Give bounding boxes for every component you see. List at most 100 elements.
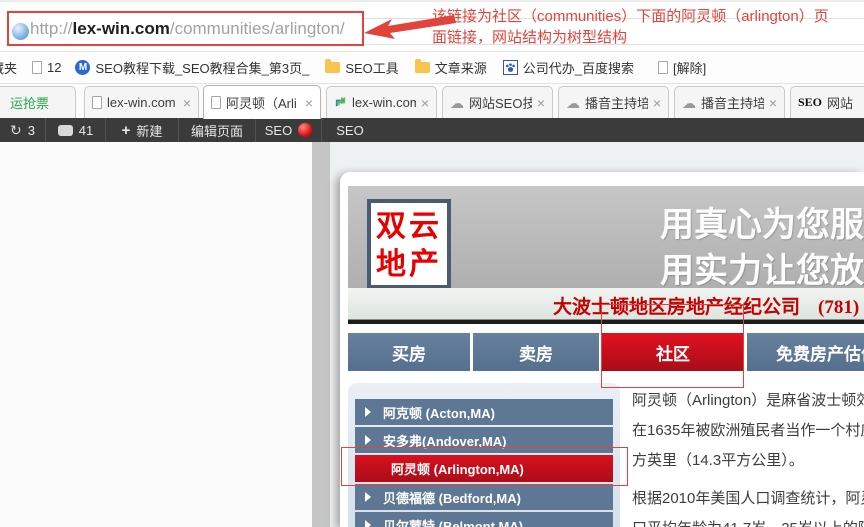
tab-title: 播音主持培训 (585, 93, 648, 112)
refresh-button[interactable]: ↻ 3 (0, 118, 46, 142)
community-label: 贝德福德 (Bedford,MA) (383, 488, 521, 507)
folder-icon (415, 62, 430, 73)
baidu-paw-icon (503, 60, 518, 75)
site-logo[interactable]: 双云 地产 (367, 199, 451, 289)
lexwin-favicon (334, 95, 347, 111)
m-badge-icon: M (75, 60, 90, 75)
tab-title: 阿灵顿（Arli (226, 93, 300, 112)
bookmark-label: 收藏夹 (0, 58, 17, 77)
refresh-count: 3 (28, 123, 35, 138)
article-text: 阿灵顿（Arlington）是麻省波士顿郊 在1635年被欧洲殖民者当作一个村庄… (632, 386, 864, 527)
comments-count: 41 (79, 123, 93, 138)
page-icon (92, 96, 102, 109)
seo-status-button[interactable]: SEO (256, 118, 322, 142)
tab-strip: 运抢票 lex-win.com × 阿灵顿（Arli × lex-win.com… (0, 84, 864, 118)
tab-seo-tech[interactable]: ☁ 网站SEO技术 × (442, 86, 553, 118)
tab-close-icon[interactable]: × (653, 95, 661, 111)
annotation-box-communities-nav (601, 304, 744, 388)
comments-button[interactable]: 41 (46, 118, 106, 142)
tab-close-icon[interactable]: × (305, 95, 313, 111)
seo-label: SEO (336, 123, 363, 138)
cloud-icon: ☁ (450, 96, 464, 110)
tab-title: 播音主持培训 (701, 93, 764, 112)
bookmark-seo-tutorial[interactable]: M SEO教程下载_SEO教程合集_第3页_ (75, 58, 309, 77)
page-icon (32, 61, 42, 74)
bookmark-baidu-search[interactable]: 公司代办_百度搜索 (503, 58, 634, 77)
tab-ticket[interactable]: 运抢票 (0, 86, 76, 118)
community-label: 贝尔蒙特 (Belmont,MA) (383, 516, 523, 527)
new-button[interactable]: + 新建 (106, 118, 179, 142)
nav-label: 免费房产估价 (776, 340, 864, 365)
article-line: 方英里（14.3平方公里）。 (632, 446, 864, 476)
admin-toolbar: ↻ 3 41 + 新建 编辑页面 SEO SEO (0, 118, 864, 142)
bookmark-label: SEO工具 (345, 58, 398, 77)
bookmark-unbind[interactable]: [解除] (658, 58, 706, 77)
bookmark-label: SEO教程下载_SEO教程合集_第3页_ (95, 58, 309, 77)
tab-close-icon[interactable]: × (421, 95, 429, 111)
cloud-icon: ☁ (566, 96, 580, 110)
bookmark-label: 文章来源 (435, 58, 487, 77)
refresh-icon: ↻ (10, 123, 22, 137)
bookmark-favorites[interactable]: 收藏夹 (0, 58, 17, 77)
tab-title: 网站 (827, 93, 864, 112)
edit-page-label: 编辑页面 (191, 121, 243, 140)
cloud-icon: ☁ (682, 96, 696, 110)
nav-sell[interactable]: 卖房 (473, 333, 599, 371)
bookmark-folder-article-source[interactable]: 文章来源 (415, 58, 487, 77)
annotation-note-line: 面链接，网站结构为树型结构 (432, 27, 829, 48)
bookmarks-bar: 收藏夹 12 M SEO教程下载_SEO教程合集_第3页_ SEO工具 文章来源… (0, 52, 864, 84)
bookmark-label: 公司代办_百度搜索 (523, 58, 634, 77)
tab-lexwin-2[interactable]: lex-win.com × (326, 86, 437, 118)
new-label: 新建 (136, 121, 162, 140)
tab-title: lex-win.com (352, 95, 416, 110)
community-label: 阿克顿 (Acton,MA) (383, 403, 495, 422)
community-item-belmont[interactable]: 贝尔蒙特 (Belmont,MA) (355, 512, 613, 527)
article-line: 阿灵顿（Arlington）是麻省波士顿郊 (632, 386, 864, 416)
folder-icon (325, 62, 340, 73)
slogan-line: 用真心为您服 (660, 202, 864, 248)
nav-free-appraisal[interactable]: 免费房产估价 (747, 333, 864, 371)
bookmark-label: 12 (47, 60, 61, 75)
annotation-box-url (7, 11, 364, 46)
window-edge-strip (312, 142, 330, 527)
tab-title: 运抢票 (0, 93, 68, 112)
empty-left-pane (0, 142, 312, 527)
tab-arlington-active[interactable]: 阿灵顿（Arli × (203, 85, 321, 119)
logo-line: 地产 (371, 246, 447, 284)
tab-lexwin-1[interactable]: lex-win.com × (84, 86, 199, 118)
article-line: 根据2010年美国人口调查统计，阿灵 (632, 484, 864, 514)
nav-buy[interactable]: 买房 (348, 333, 470, 371)
tab-seo-site[interactable]: SEO 网站 (790, 86, 864, 118)
seo-status-red-dot-icon (298, 123, 312, 137)
tab-title: 网站SEO技术 (469, 93, 532, 112)
plus-icon: + (122, 122, 131, 139)
page-icon (211, 96, 221, 109)
tab-title: lex-win.com (107, 95, 178, 110)
phone-number: (781) 367-85 (818, 297, 864, 318)
site-slogan: 用真心为您服 用实力让您放 (660, 202, 864, 294)
tab-close-icon[interactable]: × (183, 95, 191, 111)
seo-menu-button[interactable]: SEO (322, 118, 378, 142)
article-line: 口平均年龄为41.7岁。25岁以上的阿 (632, 514, 864, 527)
article-line: 在1635年被欧洲殖民者当作一个村庄 (632, 416, 864, 446)
logo-line: 双云 (371, 208, 447, 246)
bookmark-folder-seo-tools[interactable]: SEO工具 (325, 58, 398, 77)
page-icon (658, 61, 668, 74)
bookmark-12[interactable]: 12 (32, 60, 61, 75)
annotation-note-line: 该链接为社区（communities）下面的阿灵顿（arlington）页 (432, 6, 829, 27)
community-item-acton[interactable]: 阿克顿 (Acton,MA) (355, 399, 613, 425)
bookmark-label: [解除] (673, 58, 706, 77)
nav-label: 买房 (392, 340, 426, 365)
annotation-box-arlington-item (341, 447, 628, 486)
nav-label: 卖房 (519, 340, 553, 365)
community-item-bedford[interactable]: 贝德福德 (Bedford,MA) (355, 484, 613, 510)
tab-broadcast-1[interactable]: ☁ 播音主持培训 × (558, 86, 669, 118)
tab-broadcast-2[interactable]: ☁ 播音主持培训 × (674, 86, 785, 118)
tab-close-icon[interactable]: × (537, 95, 545, 111)
annotation-note: 该链接为社区（communities）下面的阿灵顿（arlington）页 面链… (432, 6, 829, 48)
tab-close-icon[interactable]: × (769, 95, 777, 111)
comment-bubble-icon (58, 125, 73, 136)
edit-page-button[interactable]: 编辑页面 (179, 118, 256, 142)
seo-label: SEO (265, 123, 292, 138)
screenshot-root: { "annotations": { "note_line1": "该链接为社区… (0, 0, 864, 527)
